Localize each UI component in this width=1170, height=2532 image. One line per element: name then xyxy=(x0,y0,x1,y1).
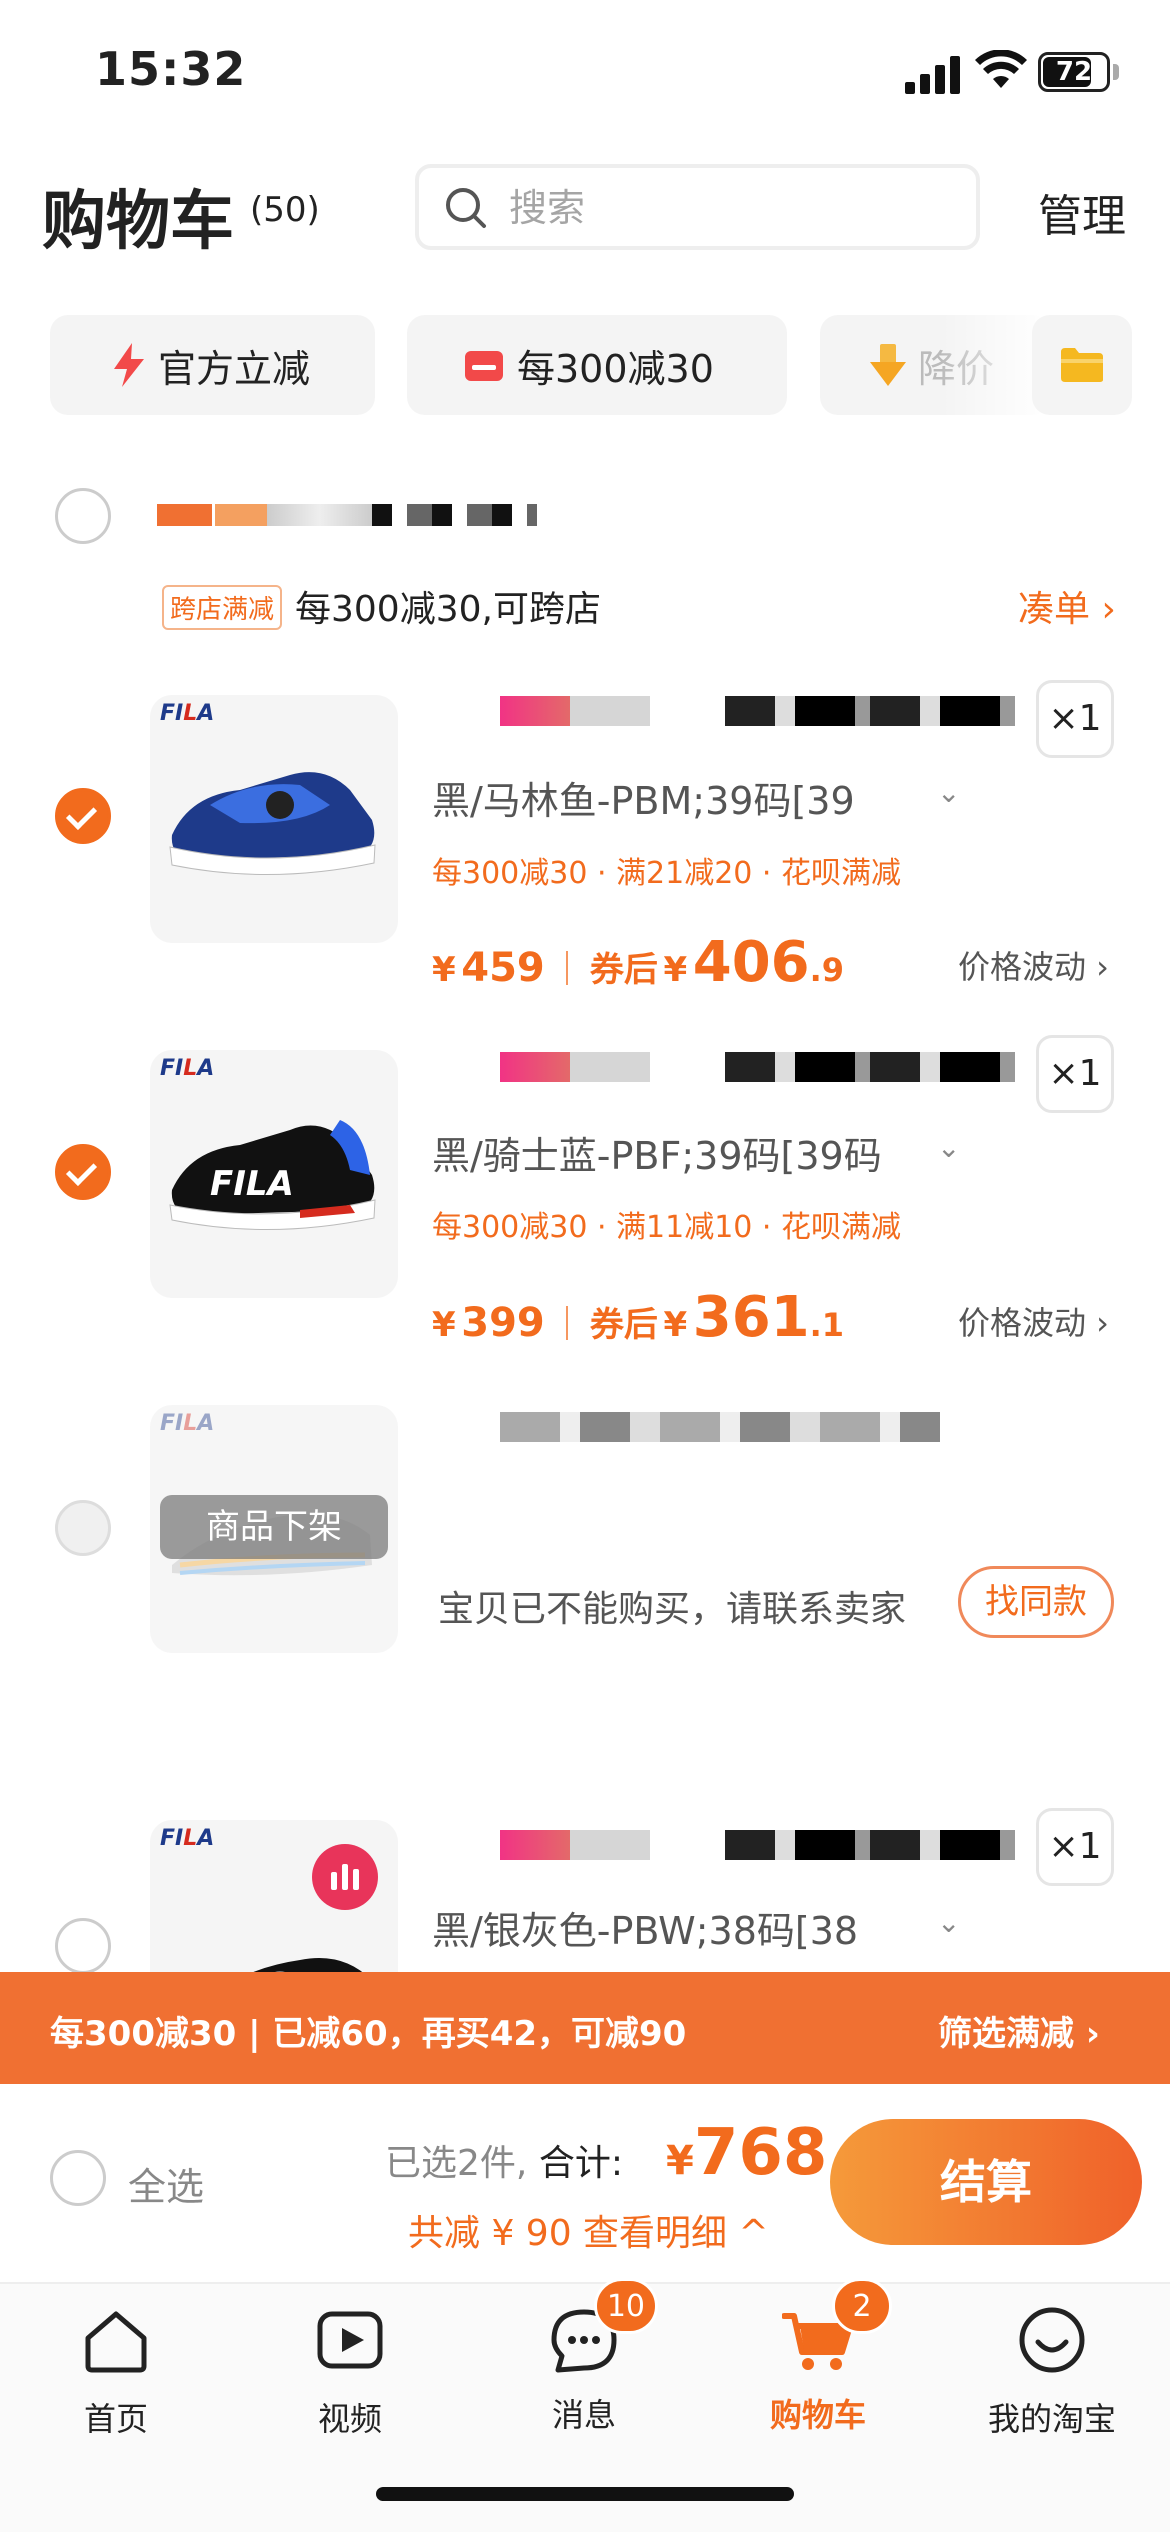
after-coupon-label: 券后 xyxy=(589,950,658,990)
tab-label: 我的淘宝 xyxy=(987,2400,1116,2438)
off-shelf-badge: 商品下架 xyxy=(160,1495,388,1559)
sku-selector[interactable]: 黑/银灰色-PBW;38码[38 xyxy=(432,1900,858,1955)
promo-text: 每300减30,可跨店 xyxy=(295,589,601,630)
after-coupon-decimal: .1 xyxy=(809,1306,845,1344)
selected-summary: 已选2件, 合计: xyxy=(385,2134,623,2186)
selected-count: 已选2件, xyxy=(385,2143,528,2184)
live-stats-icon xyxy=(312,1844,378,1910)
signal-icon xyxy=(905,56,960,94)
item-checkbox[interactable] xyxy=(55,788,111,844)
total-label: 合计: xyxy=(538,2143,623,2184)
price-fluctuation-link[interactable]: 价格波动 › xyxy=(958,1298,1109,1344)
tab-cart[interactable]: 2 购物车 xyxy=(718,2278,918,2436)
product-image[interactable]: FILA 商品下架 xyxy=(150,1405,398,1653)
find-similar-button[interactable]: 找同款 xyxy=(958,1566,1114,1638)
chip-label: 官方立减 xyxy=(158,346,311,391)
chip-spend-discount[interactable]: 每300减30 xyxy=(407,315,787,415)
tab-label: 视频 xyxy=(317,2400,382,2438)
after-coupon-decimal: .9 xyxy=(809,951,845,989)
total-price: ¥768 xyxy=(666,2116,827,2190)
status-bar: 15:32 72 xyxy=(0,0,1170,150)
price-fluctuation-link[interactable]: 价格波动 › xyxy=(958,942,1109,988)
manage-button[interactable]: 管理 xyxy=(1038,180,1126,244)
search-box[interactable] xyxy=(415,164,980,250)
page-header: 购物车 (50) 管理 xyxy=(0,150,1170,300)
discount-detail-link[interactable]: 共减 ¥ 90 查看明细 ^ xyxy=(408,2204,769,2256)
page-title: 购物车 xyxy=(42,185,234,259)
promo-banner: 每300减30 | 已减60，再买42，可减90 筛选满减 › xyxy=(0,1972,1170,2084)
product-image[interactable]: FILA xyxy=(150,1820,398,1980)
profile-icon xyxy=(1019,2307,1085,2373)
shoe-image: FILA xyxy=(169,1120,376,1231)
status-time: 15:32 xyxy=(95,42,247,96)
deal-tags: 每300减30 · 满11减10 · 花呗满减 xyxy=(432,1210,901,1245)
checkout-bar: 全选 已选2件, 合计: ¥768 共减 ¥ 90 查看明细 ^ 结算 xyxy=(0,2084,1170,2282)
battery-icon: 72 xyxy=(1038,52,1110,92)
brand-logo: FILA xyxy=(160,1056,215,1081)
promo-progress-text: 每300减30 | 已减60，再买42，可减90 xyxy=(50,2014,687,2054)
lightning-icon xyxy=(114,343,144,387)
unavailable-text: 宝贝已不能购买，请联系卖家 xyxy=(438,1589,907,1630)
after-coupon-price: 361 xyxy=(692,1285,810,1350)
cross-store-tag: 跨店满减 xyxy=(162,585,283,630)
checkout-button[interactable]: 结算 xyxy=(830,2119,1142,2245)
quantity-button[interactable]: ×1 xyxy=(1036,680,1114,758)
tab-label: 购物车 xyxy=(769,2396,866,2434)
cart-store-card: 跨店满减 每300减30,可跨店 凑单 › FILA ×1 黑/马林鱼-PBM;… xyxy=(0,440,1170,1980)
tab-label: 消息 xyxy=(551,2396,616,2434)
price-row: ¥ 459 券后 ¥ 406.9 xyxy=(432,930,845,995)
video-icon xyxy=(317,2311,383,2369)
brand-logo: FILA xyxy=(160,1826,215,1851)
tab-video[interactable]: 视频 xyxy=(250,2304,450,2440)
tab-messages[interactable]: 10 消息 xyxy=(484,2278,684,2436)
wifi-icon xyxy=(975,50,1027,88)
tab-label: 首页 xyxy=(83,2400,148,2438)
shoe-image xyxy=(169,772,376,876)
tab-home[interactable]: 首页 xyxy=(16,2304,216,2440)
chip-official-discount[interactable]: 官方立减 xyxy=(50,315,375,415)
select-all-label[interactable]: 全选 xyxy=(128,2156,204,2211)
product-image[interactable]: FILA FILA xyxy=(150,1050,398,1298)
cart-count: (50) xyxy=(250,190,320,230)
search-input[interactable] xyxy=(509,180,949,236)
filter-discount-link[interactable]: 筛选满减 › xyxy=(938,2006,1100,2055)
search-icon xyxy=(446,188,486,228)
coudan-link[interactable]: 凑单 › xyxy=(1018,580,1116,632)
home-icon xyxy=(85,2311,147,2373)
store-icon xyxy=(465,351,503,381)
chip-folder[interactable] xyxy=(1032,315,1132,415)
cart-badge: 2 xyxy=(832,2278,892,2334)
after-coupon-price: 406 xyxy=(692,930,810,995)
after-coupon-label: 券后 xyxy=(589,1305,658,1345)
item-checkbox[interactable] xyxy=(55,1918,111,1974)
tab-profile[interactable]: 我的淘宝 xyxy=(952,2304,1152,2440)
folder-icon xyxy=(1061,348,1103,382)
sku-selector[interactable]: 黑/骑士蓝-PBF;39码[39码 xyxy=(432,1125,882,1180)
chip-label: 每300减30 xyxy=(517,346,714,391)
deal-tags: 每300减30 · 满21减20 · 花呗满减 xyxy=(432,856,901,891)
filter-chips: 官方立减 每300减30 降价 xyxy=(0,300,1170,440)
item-checkbox-disabled xyxy=(55,1500,111,1556)
item-checkbox[interactable] xyxy=(55,1144,111,1200)
chevron-down-icon[interactable]: ⌄ xyxy=(937,1131,960,1164)
chevron-down-icon[interactable]: ⌄ xyxy=(937,776,960,809)
select-all-checkbox[interactable] xyxy=(50,2150,106,2206)
original-price: 399 xyxy=(461,1300,545,1346)
total-value: 768 xyxy=(693,2116,828,2190)
brand-logo: FILA xyxy=(160,701,215,726)
quantity-button[interactable]: ×1 xyxy=(1036,1808,1114,1886)
store-checkbox[interactable] xyxy=(55,488,111,544)
svg-text:FILA: FILA xyxy=(210,1164,294,1204)
price-row: ¥ 399 券后 ¥ 361.1 xyxy=(432,1285,845,1350)
sku-selector[interactable]: 黑/马林鱼-PBM;39码[39 xyxy=(432,770,855,825)
currency-symbol: ¥ xyxy=(666,2138,694,2184)
battery-percent: 72 xyxy=(1055,57,1093,87)
home-indicator xyxy=(376,2487,794,2501)
price-drop-icon xyxy=(870,344,906,386)
chevron-down-icon[interactable]: ⌄ xyxy=(937,1906,960,1939)
product-image[interactable]: FILA xyxy=(150,695,398,943)
quantity-button[interactable]: ×1 xyxy=(1036,1035,1114,1113)
message-badge: 10 xyxy=(593,2278,658,2334)
original-price: 459 xyxy=(461,945,545,991)
